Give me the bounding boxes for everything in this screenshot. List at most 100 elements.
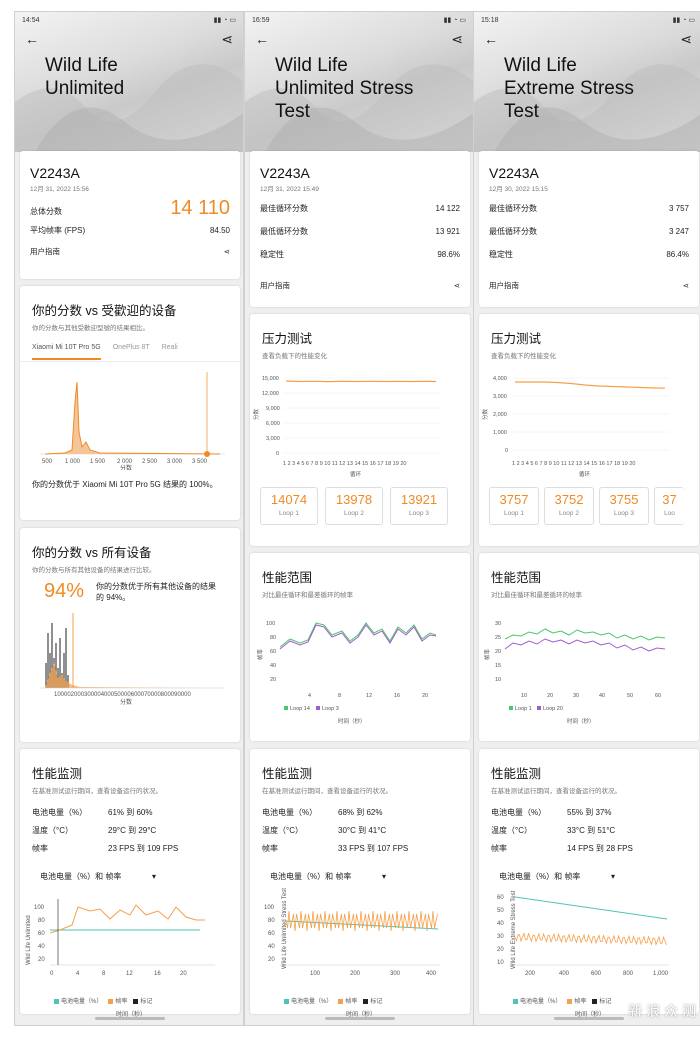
monitor-row: 电池电量（%） 61% 到 60% [20,803,240,821]
monitor-row: 帧率 14 FPS 到 28 FPS [479,839,699,857]
popular-devices-card: 你的分数 vs 受歡迎的设备 你的分数与其他受歡迎型號的结果相比。 Xiaomi… [20,286,240,520]
rotated-test-label: Wild Life Extreme Stress Test [511,890,517,969]
row-value: 3 757 [668,204,689,213]
score-card: V2243A 12月 31, 2022 15:49 最佳循环分数 14 122 最… [250,151,470,307]
x-tick: 8 [338,693,341,699]
tab-realme[interactable]: Reali [162,344,178,361]
share-icon[interactable]: ⋖ [451,31,463,48]
monitor-key: 温度（°C） [32,825,73,835]
y-tick: 1,000 [493,430,507,436]
score-row: 最低循环分数 3 247 [479,226,699,237]
row-value: 14 122 [435,204,460,213]
x-tick: 8 [102,971,106,977]
x-axis-label: 循环 [579,470,591,478]
row-value: 3 247 [668,227,689,236]
share-icon[interactable]: ⋖ [683,281,689,290]
loop-score: 3757 [499,492,529,507]
loop-card[interactable]: 14074 Loop 1 [260,487,318,525]
monitor-value: 55% 到 37% [567,807,612,817]
test-title: Wild Life Unlimited Stress Test [275,55,414,122]
y-tick: 80 [268,918,275,924]
monitor-row: 温度（°C） 30°C 到 41°C [250,821,470,839]
card-subtitle: 你的分数与其他受歡迎型號的结果相比。 [32,325,149,332]
caret-down-icon: ▾ [381,871,386,881]
x-axis-label: 分数 [120,698,132,706]
share-icon[interactable]: ⋖ [680,31,692,48]
tab-xiaomi[interactable]: Xiaomi Mi 10T Pro 5G [32,344,101,360]
user-guide-link[interactable]: 用户指南 [260,280,290,291]
card-subtitle: 在基准测试运行期间，查看设备运行的状况。 [262,788,392,795]
back-arrow-icon[interactable]: ← [484,31,498,47]
back-arrow-icon[interactable]: ← [25,31,39,47]
share-icon[interactable]: ⋖ [221,31,233,48]
y-tick: 20 [495,649,501,655]
y-tick: 80 [38,918,45,924]
metric-dropdown[interactable]: 电池电量（%）和 帧率 ▾ [497,867,617,885]
share-icon[interactable]: ⋖ [454,281,460,290]
y-tick: 25 [495,635,501,641]
loop-card[interactable]: 3752 Loop 2 [544,487,594,525]
loop-score: 13978 [335,492,373,507]
gesture-bar[interactable] [554,1017,624,1020]
legend-marker: 标记 [363,996,382,1005]
card-title: 压力测试 [491,332,542,346]
loop-card[interactable]: 37 Loo [654,487,684,525]
card-subtitle: 在基准测试运行期间，查看设备运行的状况。 [32,788,162,795]
monitor-value: 30°C 到 41°C [338,825,387,835]
status-time: 15:18 [481,16,499,24]
x-axis-label: 时间（秒） [338,717,366,725]
row-value: 13 921 [435,227,460,236]
row-key: 最佳循环分数 [260,204,308,213]
user-guide-link[interactable]: 用户指南 [489,280,519,291]
monitor-row: 温度（°C） 29°C 到 29°C [20,821,240,839]
status-bar: 16:59 ▮▮ ◔ ▭ [245,12,473,28]
y-tick: 3,000 [493,394,507,400]
card-title: 性能范围 [262,571,313,585]
legend-battery: 电池电量（%） [513,996,561,1005]
loop-score: 37 [662,492,677,507]
x-tick: 800 [623,971,634,977]
user-guide-link[interactable]: 用户指南 [30,246,60,257]
loop-card[interactable]: 13978 Loop 2 [325,487,383,525]
performance-monitor-card: 性能监测 在基准测试运行期间，查看设备运行的状况。 电池电量（%） 68% 到 6… [250,749,470,1018]
monitor-value: 33 FPS 到 107 FPS [338,843,409,853]
loop-score: 3752 [554,492,584,507]
gesture-bar[interactable] [325,1017,395,1020]
y-tick: 6,000 [266,421,280,427]
metric-dropdown[interactable]: 电池电量（%）和 帧率 ▾ [38,867,158,885]
test-date: 12月 30, 2022 15:15 [489,186,548,193]
y-tick: 60 [270,649,276,655]
x-tick: 600 [591,971,602,977]
all-devices-card: 你的分数 vs 所有设备 你的分数与所有其他设备的结果进行比较。 94% 你的分… [20,528,240,742]
metric-dropdown[interactable]: 电池电量（%）和 帧率 ▾ [268,867,388,885]
row-key: 最佳循环分数 [489,204,537,213]
stress-test-card: 压力测试 查看负载下的性能变化 15,000 12,000 9,000 6,00… [250,314,470,546]
monitor-value: 29°C 到 29°C [108,825,157,835]
monitor-row: 温度（°C） 33°C 到 51°C [479,821,699,839]
loop-card[interactable]: 13921 Loop 3 [390,487,448,525]
status-icons: ▮▮ ◔ ▭ [672,17,695,24]
x-tick: 4 [76,971,80,977]
tab-oneplus[interactable]: OnePlus 8T [113,344,150,361]
monitor-key: 电池电量（%） [32,807,88,817]
loop-card[interactable]: 3757 Loop 1 [489,487,539,525]
share-icon[interactable]: ⋖ [224,247,230,256]
legend-loop3: Loop 3 [322,706,339,712]
loop-card[interactable]: 3755 Loop 3 [599,487,649,525]
y-tick: 80 [270,635,276,641]
stress-test-card: 压力测试 查看负载下的性能变化 4,000 3,000 2,000 1,000 … [479,314,699,546]
test-date: 12月 31, 2022 15:56 [30,186,89,193]
monitor-value: 14 FPS 到 28 FPS [567,843,633,853]
legend-battery: 电池电量（%） [54,996,102,1005]
gesture-bar[interactable] [95,1017,165,1020]
x-tick: 100 [310,971,321,977]
phone-screen-extreme-stress: 15:18 ▮▮ ◔ ▭ ← ⋖ Wild Life Extreme Stress … [473,11,700,1026]
row-value: 98.6% [437,250,460,259]
rotated-test-label: Wild Life Unlimited Stress Test [282,888,288,969]
x-axis-label: 循环 [350,470,362,478]
device-name: V2243A [489,165,539,181]
back-arrow-icon[interactable]: ← [255,31,269,47]
monitor-row: 帧率 23 FPS 到 109 FPS [20,839,240,857]
score-card: V2243A 12月 31, 2022 15:56 总体分数 14 110 平均帧… [20,151,240,279]
loop-score: 13921 [400,492,438,507]
